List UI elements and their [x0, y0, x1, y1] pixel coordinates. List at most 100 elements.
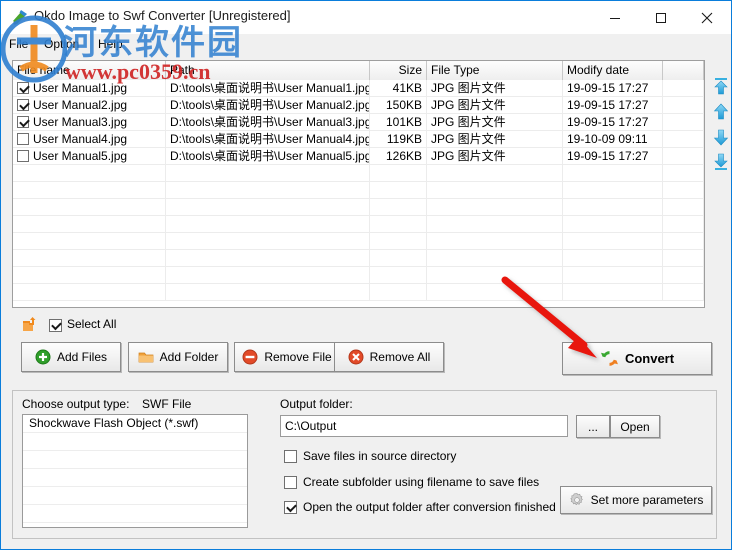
file-list[interactable]: File name Path Size File Type Modify date Us… [12, 60, 705, 308]
table-cell: 19-10-09 09:11 [563, 131, 663, 148]
menu-item-option[interactable]: Option [39, 36, 84, 52]
column-header[interactable] [663, 61, 704, 80]
minimize-button[interactable] [592, 1, 638, 34]
set-more-label: Set more parameters [590, 493, 704, 507]
column-header[interactable]: Size [370, 61, 427, 80]
table-cell [663, 182, 704, 199]
table-cell [370, 284, 427, 301]
column-header[interactable]: Path [166, 61, 370, 80]
table-row[interactable]: User Manual5.jpg D:\tools\桌面说明书\User Manu… [13, 148, 704, 165]
gear-icon [570, 493, 583, 506]
open-after-convert-checkbox[interactable] [284, 501, 297, 514]
remove-icon [242, 349, 258, 365]
table-cell: 126KB [370, 148, 427, 165]
column-header[interactable]: Modify date [563, 61, 663, 80]
list-item[interactable] [23, 487, 247, 505]
table-cell [13, 267, 166, 284]
add-files-button[interactable]: Add Files [21, 342, 121, 372]
table-row[interactable] [13, 233, 704, 250]
row-checkbox[interactable] [17, 99, 29, 111]
browse-folder-button[interactable]: ... [576, 415, 610, 438]
remove-all-button[interactable]: Remove All [334, 342, 444, 372]
table-cell [427, 250, 563, 267]
output-type-label: Choose output type: [22, 397, 130, 411]
table-cell [563, 267, 663, 284]
reorder-buttons [711, 77, 731, 171]
table-cell [370, 182, 427, 199]
row-checkbox[interactable] [17, 82, 29, 94]
table-cell: D:\tools\桌面说明书\User Manual2.jpg [166, 97, 370, 114]
move-up-folder-icon[interactable] [21, 316, 39, 332]
row-checkbox[interactable] [17, 150, 29, 162]
table-row[interactable] [13, 250, 704, 267]
remove-file-button[interactable]: Remove File [234, 342, 340, 372]
add-folder-label: Add Folder [159, 350, 219, 364]
list-item[interactable] [23, 469, 247, 487]
open-folder-button[interactable]: Open [610, 415, 660, 438]
table-cell [166, 199, 370, 216]
table-cell [370, 165, 427, 182]
table-row[interactable]: User Manual4.jpg D:\tools\桌面说明书\User Manu… [13, 131, 704, 148]
table-cell: 19-09-15 17:27 [563, 114, 663, 131]
table-row[interactable]: User Manual1.jpg D:\tools\桌面说明书\User Manu… [13, 80, 704, 97]
table-cell [13, 250, 166, 267]
table-row[interactable] [13, 199, 704, 216]
table-cell: 41KB [370, 80, 427, 97]
list-item[interactable]: Shockwave Flash Object (*.swf) [23, 415, 247, 433]
table-cell: D:\tools\桌面说明书\User Manual4.jpg [166, 131, 370, 148]
add-folder-button[interactable]: Add Folder [128, 342, 228, 372]
open-label: Open [620, 419, 650, 434]
maximize-button[interactable] [638, 1, 684, 34]
table-cell [427, 267, 563, 284]
list-item[interactable] [23, 433, 247, 451]
move-down-icon[interactable] [711, 127, 731, 147]
table-row[interactable] [13, 284, 704, 301]
row-checkbox[interactable] [17, 116, 29, 128]
table-row[interactable] [13, 165, 704, 182]
move-bottom-icon[interactable] [711, 151, 731, 171]
menu-item-help[interactable]: Help [93, 36, 128, 52]
table-cell [563, 165, 663, 182]
list-item[interactable] [23, 505, 247, 523]
column-header[interactable]: File name [13, 61, 166, 80]
table-cell [13, 216, 166, 233]
table-cell [13, 233, 166, 250]
table-cell: D:\tools\桌面说明书\User Manual1.jpg [166, 80, 370, 97]
table-cell: 19-09-15 17:27 [563, 80, 663, 97]
table-cell [663, 97, 704, 114]
output-folder-input[interactable]: C:\Output [280, 415, 568, 437]
close-button[interactable] [684, 1, 730, 34]
move-top-icon[interactable] [711, 77, 731, 97]
save-in-source-checkbox[interactable] [284, 450, 297, 463]
table-row[interactable]: User Manual2.jpg D:\tools\桌面说明书\User Manu… [13, 97, 704, 114]
set-more-parameters-button[interactable]: Set more parameters [560, 486, 712, 514]
row-checkbox[interactable] [17, 133, 29, 145]
select-all-checkbox[interactable] [49, 319, 62, 332]
table-row[interactable]: User Manual3.jpg D:\tools\桌面说明书\User Manu… [13, 114, 704, 131]
table-row[interactable] [13, 216, 704, 233]
table-cell [427, 182, 563, 199]
table-cell: JPG 图片文件 [427, 148, 563, 165]
table-cell: 19-09-15 17:27 [563, 97, 663, 114]
list-item[interactable] [23, 523, 247, 527]
list-item[interactable] [23, 451, 247, 469]
file-list-body[interactable]: User Manual1.jpg D:\tools\桌面说明书\User Manu… [13, 80, 704, 301]
table-cell: JPG 图片文件 [427, 97, 563, 114]
menu-item-file[interactable]: File [4, 36, 33, 52]
table-row[interactable] [13, 267, 704, 284]
file-list-header: File name Path Size File Type Modify date [13, 61, 704, 80]
convert-button[interactable]: Convert [562, 342, 712, 375]
folder-icon [138, 352, 153, 363]
move-up-icon[interactable] [711, 102, 731, 122]
create-subfolder-checkbox[interactable] [284, 476, 297, 489]
table-cell: 119KB [370, 131, 427, 148]
table-row[interactable] [13, 182, 704, 199]
table-cell [166, 250, 370, 267]
table-cell: JPG 图片文件 [427, 114, 563, 131]
table-cell [13, 182, 166, 199]
output-type-list[interactable]: Shockwave Flash Object (*.swf) [22, 414, 248, 528]
column-header[interactable]: File Type [427, 61, 563, 80]
table-cell [166, 182, 370, 199]
table-cell: User Manual4.jpg [13, 131, 166, 148]
table-cell [166, 216, 370, 233]
